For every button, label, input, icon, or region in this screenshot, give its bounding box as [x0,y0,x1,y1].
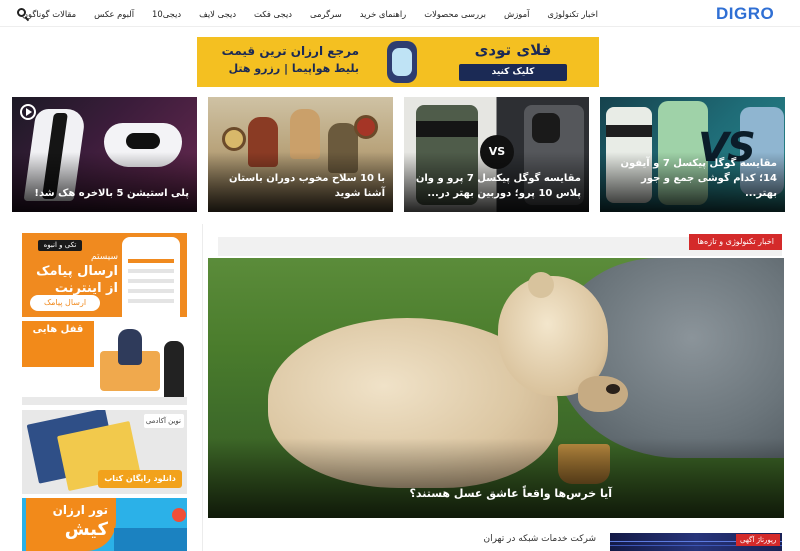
flight-ad-banner[interactable]: مرجع ارزان ترین قیمت بلیط هواپیما | رزرو… [197,37,599,87]
featured-card-ps5[interactable]: پلی استیشن 5 بالاخره هک شد! [12,97,197,212]
nav-item-digifact[interactable]: دیجی فکت [254,9,292,19]
kish-tour-ad[interactable]: تور ارزان کیش [22,498,187,551]
kish-ad-text: تور ارزان کیش [28,502,108,542]
featured-title: مقایسه گوگل پیکسل 7 پرو و وان پلاس 10 پر… [415,173,581,199]
shield-icon [354,115,378,139]
nav-item-misc-articles[interactable]: مقالات گوناگون [22,9,76,19]
featured-card-pixel-iphone[interactable]: VS مقایسه گوگل پیکسل 7 و آیفون 14؛ کدام … [600,97,785,212]
kish-line1: تور ارزان [52,503,108,517]
hero-article[interactable]: آیا خرس‌ها واقعاً عاشق عسل هستند؟ [208,258,784,518]
featured-card-pixel-oneplus[interactable]: VS مقایسه گوگل پیکسل 7 پرو و وان پلاس 10… [404,97,589,212]
sms-service-ad[interactable]: تکی و انبوه سیستم ارسال پیامک از اینترنت… [22,233,187,317]
sms-ad-text: سیستم ارسال پیامک از اینترنت [28,251,118,297]
download-book-button[interactable]: دانلود رایگان کتاب [98,470,182,488]
shield-icon [222,127,246,151]
hero-title: آیا خرس‌ها واقعاً عاشق عسل هستند؟ [409,487,612,500]
nav-item-reviews[interactable]: بررسی محصولات [424,9,486,19]
sea-illustration [114,528,187,551]
airplane-window-icon [387,41,417,83]
site-logo-text: DIGRO [716,4,774,23]
featured-title: پلی استیشن 5 بالاخره هک شد! [34,188,189,199]
nav-item-buying-guide[interactable]: راهنمای خرید [360,9,406,19]
ad-cta-button[interactable]: کلیک کنید [459,64,567,81]
locks-title: قفل هایی [22,321,94,367]
report-badge: رپورتاژ آگهی [736,534,781,546]
ad-line2: بلیط هواپیما | رزرو هتل [228,62,359,75]
main-menu: اخبار تکنولوژی آموزش بررسی محصولات راهنم… [4,0,598,27]
person-illustration [118,329,142,365]
phone-messages-image [122,237,180,317]
news-item-title[interactable]: شرکت خدمات شبکه در تهران [483,534,596,544]
ad-brand: فلای تودی [474,41,552,59]
nav-item-tutorials[interactable]: آموزش [504,9,529,19]
nav-item-digi10[interactable]: دیجی10 [152,9,181,19]
locks-ad[interactable]: قفل هایی [22,321,187,405]
kish-line2: کیش [64,519,108,540]
sms-line2: ارسال پیامک [36,264,118,279]
featured-title: با 10 سلاح مخوب دوران باستان آشنا شوید [229,173,385,199]
novin-academy-logo: نوین آکادمی [144,414,184,428]
nav-item-digilife[interactable]: دیجی لایف [199,9,236,19]
sms-line1: سیستم [91,252,118,262]
nav-item-entertainment[interactable]: سرگرمی [310,9,342,19]
video-play-icon [20,104,36,120]
featured-card-ancient-weapons[interactable]: با 10 سلاح مخوب دوران باستان آشنا شوید [208,97,393,212]
sms-tag: تکی و انبوه [38,240,82,251]
nav-item-photo-album[interactable]: آلبوم عکس [94,9,134,19]
site-logo[interactable]: DIGRO [716,3,786,23]
sms-cta-button[interactable]: ارسال پیامک [30,295,100,311]
nav-item-tech-news[interactable]: اخبار تکنولوژی [547,9,598,19]
featured-title: مقایسه گوگل پیکسل 7 و آیفون 14؛ کدام گوش… [620,158,777,199]
ad-text: مرجع ارزان ترین قیمت بلیط هواپیما | رزرو… [222,43,359,77]
thief-illustration [164,341,184,401]
parachute-icon [172,508,186,522]
ad-line1: مرجع ارزان ترین قیمت [221,44,359,58]
section-tag[interactable]: اخبار تکنولوژی و تازه‌ها [689,234,782,250]
top-navigation: اخبار تکنولوژی آموزش بررسی محصولات راهنم… [0,0,800,27]
free-book-ad[interactable]: نوین آکادمی دانلود رایگان کتاب [22,410,187,494]
